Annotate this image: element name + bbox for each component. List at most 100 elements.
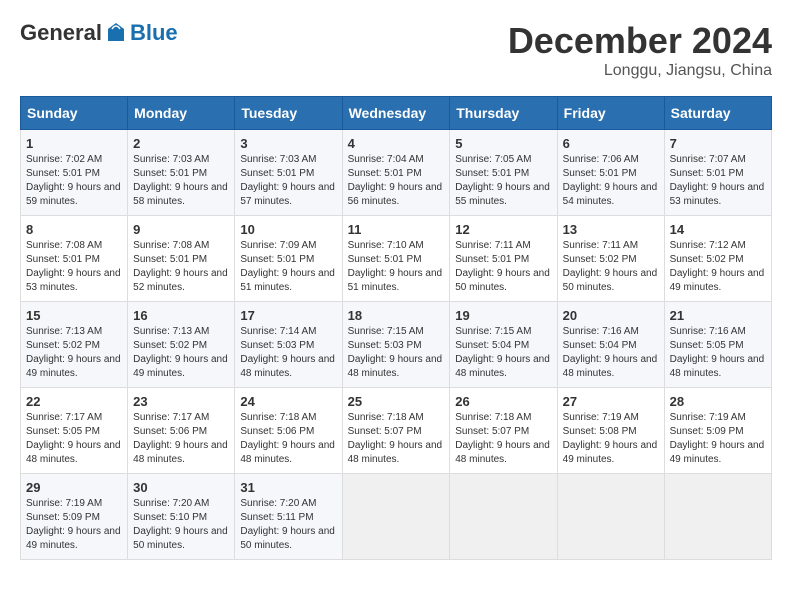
day-detail: Sunrise: 7:13 AMSunset: 5:02 PMDaylight:… [26,325,122,381]
day-number: 14 [670,222,766,237]
calendar-cell: 4 Sunrise: 7:04 AMSunset: 5:01 PMDaylight… [342,130,450,216]
day-detail: Sunrise: 7:09 AMSunset: 5:01 PMDaylight:… [240,239,336,295]
weekday-header-saturday: Saturday [664,97,771,130]
day-detail: Sunrise: 7:15 AMSunset: 5:04 PMDaylight:… [455,325,551,381]
day-detail: Sunrise: 7:12 AMSunset: 5:02 PMDaylight:… [670,239,766,295]
day-detail: Sunrise: 7:11 AMSunset: 5:01 PMDaylight:… [455,239,551,295]
day-number: 8 [26,222,122,237]
day-detail: Sunrise: 7:03 AMSunset: 5:01 PMDaylight:… [240,153,336,209]
day-detail: Sunrise: 7:19 AMSunset: 5:09 PMDaylight:… [26,497,122,553]
calendar-cell: 31 Sunrise: 7:20 AMSunset: 5:11 PMDayligh… [235,474,342,560]
day-detail: Sunrise: 7:13 AMSunset: 5:02 PMDaylight:… [133,325,229,381]
calendar-cell: 28 Sunrise: 7:19 AMSunset: 5:09 PMDayligh… [664,388,771,474]
calendar-cell: 6 Sunrise: 7:06 AMSunset: 5:01 PMDaylight… [557,130,664,216]
logo-blue-text: Blue [130,20,178,46]
location: Longgu, Jiangsu, China [508,62,772,80]
day-number: 28 [670,394,766,409]
calendar-week-4: 22Sunrise: 7:17 AMSunset: 5:05 PMDayligh… [21,388,772,474]
day-number: 20 [563,308,659,323]
day-number: 13 [563,222,659,237]
weekday-header-wednesday: Wednesday [342,97,450,130]
day-detail: Sunrise: 7:20 AMSunset: 5:11 PMDaylight:… [240,497,336,553]
day-detail: Sunrise: 7:16 AMSunset: 5:05 PMDaylight:… [670,325,766,381]
day-detail: Sunrise: 7:19 AMSunset: 5:08 PMDaylight:… [563,411,659,467]
day-detail: Sunrise: 7:08 AMSunset: 5:01 PMDaylight:… [26,239,122,295]
title-block: December 2024 Longgu, Jiangsu, China [508,20,772,80]
day-detail: Sunrise: 7:04 AMSunset: 5:01 PMDaylight:… [348,153,445,209]
calendar-cell: 27 Sunrise: 7:19 AMSunset: 5:08 PMDayligh… [557,388,664,474]
logo-general-text: General [20,20,102,46]
day-detail: Sunrise: 7:17 AMSunset: 5:06 PMDaylight:… [133,411,229,467]
day-detail: Sunrise: 7:15 AMSunset: 5:03 PMDaylight:… [348,325,445,381]
day-number: 27 [563,394,659,409]
day-detail: Sunrise: 7:05 AMSunset: 5:01 PMDaylight:… [455,153,551,209]
weekday-header-sunday: Sunday [21,97,128,130]
calendar-cell: 19 Sunrise: 7:15 AMSunset: 5:04 PMDayligh… [450,302,557,388]
calendar-cell: 3 Sunrise: 7:03 AMSunset: 5:01 PMDaylight… [235,130,342,216]
calendar-cell: 7 Sunrise: 7:07 AMSunset: 5:01 PMDaylight… [664,130,771,216]
calendar-cell [342,474,450,560]
day-detail: Sunrise: 7:03 AMSunset: 5:01 PMDaylight:… [133,153,229,209]
calendar-cell: 13 Sunrise: 7:11 AMSunset: 5:02 PMDayligh… [557,216,664,302]
calendar-cell: 11Sunrise: 7:10 AMSunset: 5:01 PMDayligh… [342,216,450,302]
day-number: 17 [240,308,336,323]
day-number: 6 [563,136,659,151]
calendar-cell: 23 Sunrise: 7:17 AMSunset: 5:06 PMDayligh… [128,388,235,474]
calendar-week-5: 29 Sunrise: 7:19 AMSunset: 5:09 PMDayligh… [21,474,772,560]
day-detail: Sunrise: 7:07 AMSunset: 5:01 PMDaylight:… [670,153,766,209]
day-number: 1 [26,136,122,151]
weekday-header-monday: Monday [128,97,235,130]
day-detail: Sunrise: 7:18 AMSunset: 5:07 PMDaylight:… [348,411,445,467]
day-number: 7 [670,136,766,151]
calendar-week-3: 15 Sunrise: 7:13 AMSunset: 5:02 PMDayligh… [21,302,772,388]
day-number: 29 [26,480,122,495]
calendar-cell: 2 Sunrise: 7:03 AMSunset: 5:01 PMDaylight… [128,130,235,216]
calendar-cell: 9 Sunrise: 7:08 AMSunset: 5:01 PMDaylight… [128,216,235,302]
day-number: 26 [455,394,551,409]
calendar-week-1: 1Sunrise: 7:02 AMSunset: 5:01 PMDaylight… [21,130,772,216]
page-header: General Blue December 2024 Longgu, Jiang… [20,20,772,80]
calendar-cell: 12 Sunrise: 7:11 AMSunset: 5:01 PMDayligh… [450,216,557,302]
day-detail: Sunrise: 7:19 AMSunset: 5:09 PMDaylight:… [670,411,766,467]
calendar-cell: 17Sunrise: 7:14 AMSunset: 5:03 PMDayligh… [235,302,342,388]
day-detail: Sunrise: 7:06 AMSunset: 5:01 PMDaylight:… [563,153,659,209]
day-detail: Sunrise: 7:20 AMSunset: 5:10 PMDaylight:… [133,497,229,553]
calendar-cell [664,474,771,560]
day-number: 21 [670,308,766,323]
day-number: 23 [133,394,229,409]
day-detail: Sunrise: 7:11 AMSunset: 5:02 PMDaylight:… [563,239,659,295]
day-number: 11 [348,222,445,237]
calendar-cell: 24Sunrise: 7:18 AMSunset: 5:06 PMDayligh… [235,388,342,474]
day-number: 25 [348,394,445,409]
calendar-cell: 25 Sunrise: 7:18 AMSunset: 5:07 PMDayligh… [342,388,450,474]
day-number: 9 [133,222,229,237]
day-number: 15 [26,308,122,323]
logo: General Blue [20,20,178,46]
day-number: 22 [26,394,122,409]
calendar-cell: 22Sunrise: 7:17 AMSunset: 5:05 PMDayligh… [21,388,128,474]
weekday-header-friday: Friday [557,97,664,130]
calendar-cell: 30 Sunrise: 7:20 AMSunset: 5:10 PMDayligh… [128,474,235,560]
month-title: December 2024 [508,20,772,62]
weekday-header-tuesday: Tuesday [235,97,342,130]
calendar-week-2: 8 Sunrise: 7:08 AMSunset: 5:01 PMDaylight… [21,216,772,302]
day-number: 12 [455,222,551,237]
calendar-cell: 10 Sunrise: 7:09 AMSunset: 5:01 PMDayligh… [235,216,342,302]
calendar-cell: 15 Sunrise: 7:13 AMSunset: 5:02 PMDayligh… [21,302,128,388]
calendar-cell: 14 Sunrise: 7:12 AMSunset: 5:02 PMDayligh… [664,216,771,302]
day-number: 10 [240,222,336,237]
calendar-cell: 20Sunrise: 7:16 AMSunset: 5:04 PMDayligh… [557,302,664,388]
day-number: 30 [133,480,229,495]
day-number: 2 [133,136,229,151]
day-number: 3 [240,136,336,151]
calendar-cell: 26Sunrise: 7:18 AMSunset: 5:07 PMDayligh… [450,388,557,474]
day-number: 19 [455,308,551,323]
day-number: 16 [133,308,229,323]
day-detail: Sunrise: 7:18 AMSunset: 5:06 PMDaylight:… [240,411,336,467]
day-number: 31 [240,480,336,495]
day-detail: Sunrise: 7:08 AMSunset: 5:01 PMDaylight:… [133,239,229,295]
calendar-cell: 18Sunrise: 7:15 AMSunset: 5:03 PMDayligh… [342,302,450,388]
calendar-cell [450,474,557,560]
calendar-table: SundayMondayTuesdayWednesdayThursdayFrid… [20,96,772,560]
day-number: 4 [348,136,445,151]
